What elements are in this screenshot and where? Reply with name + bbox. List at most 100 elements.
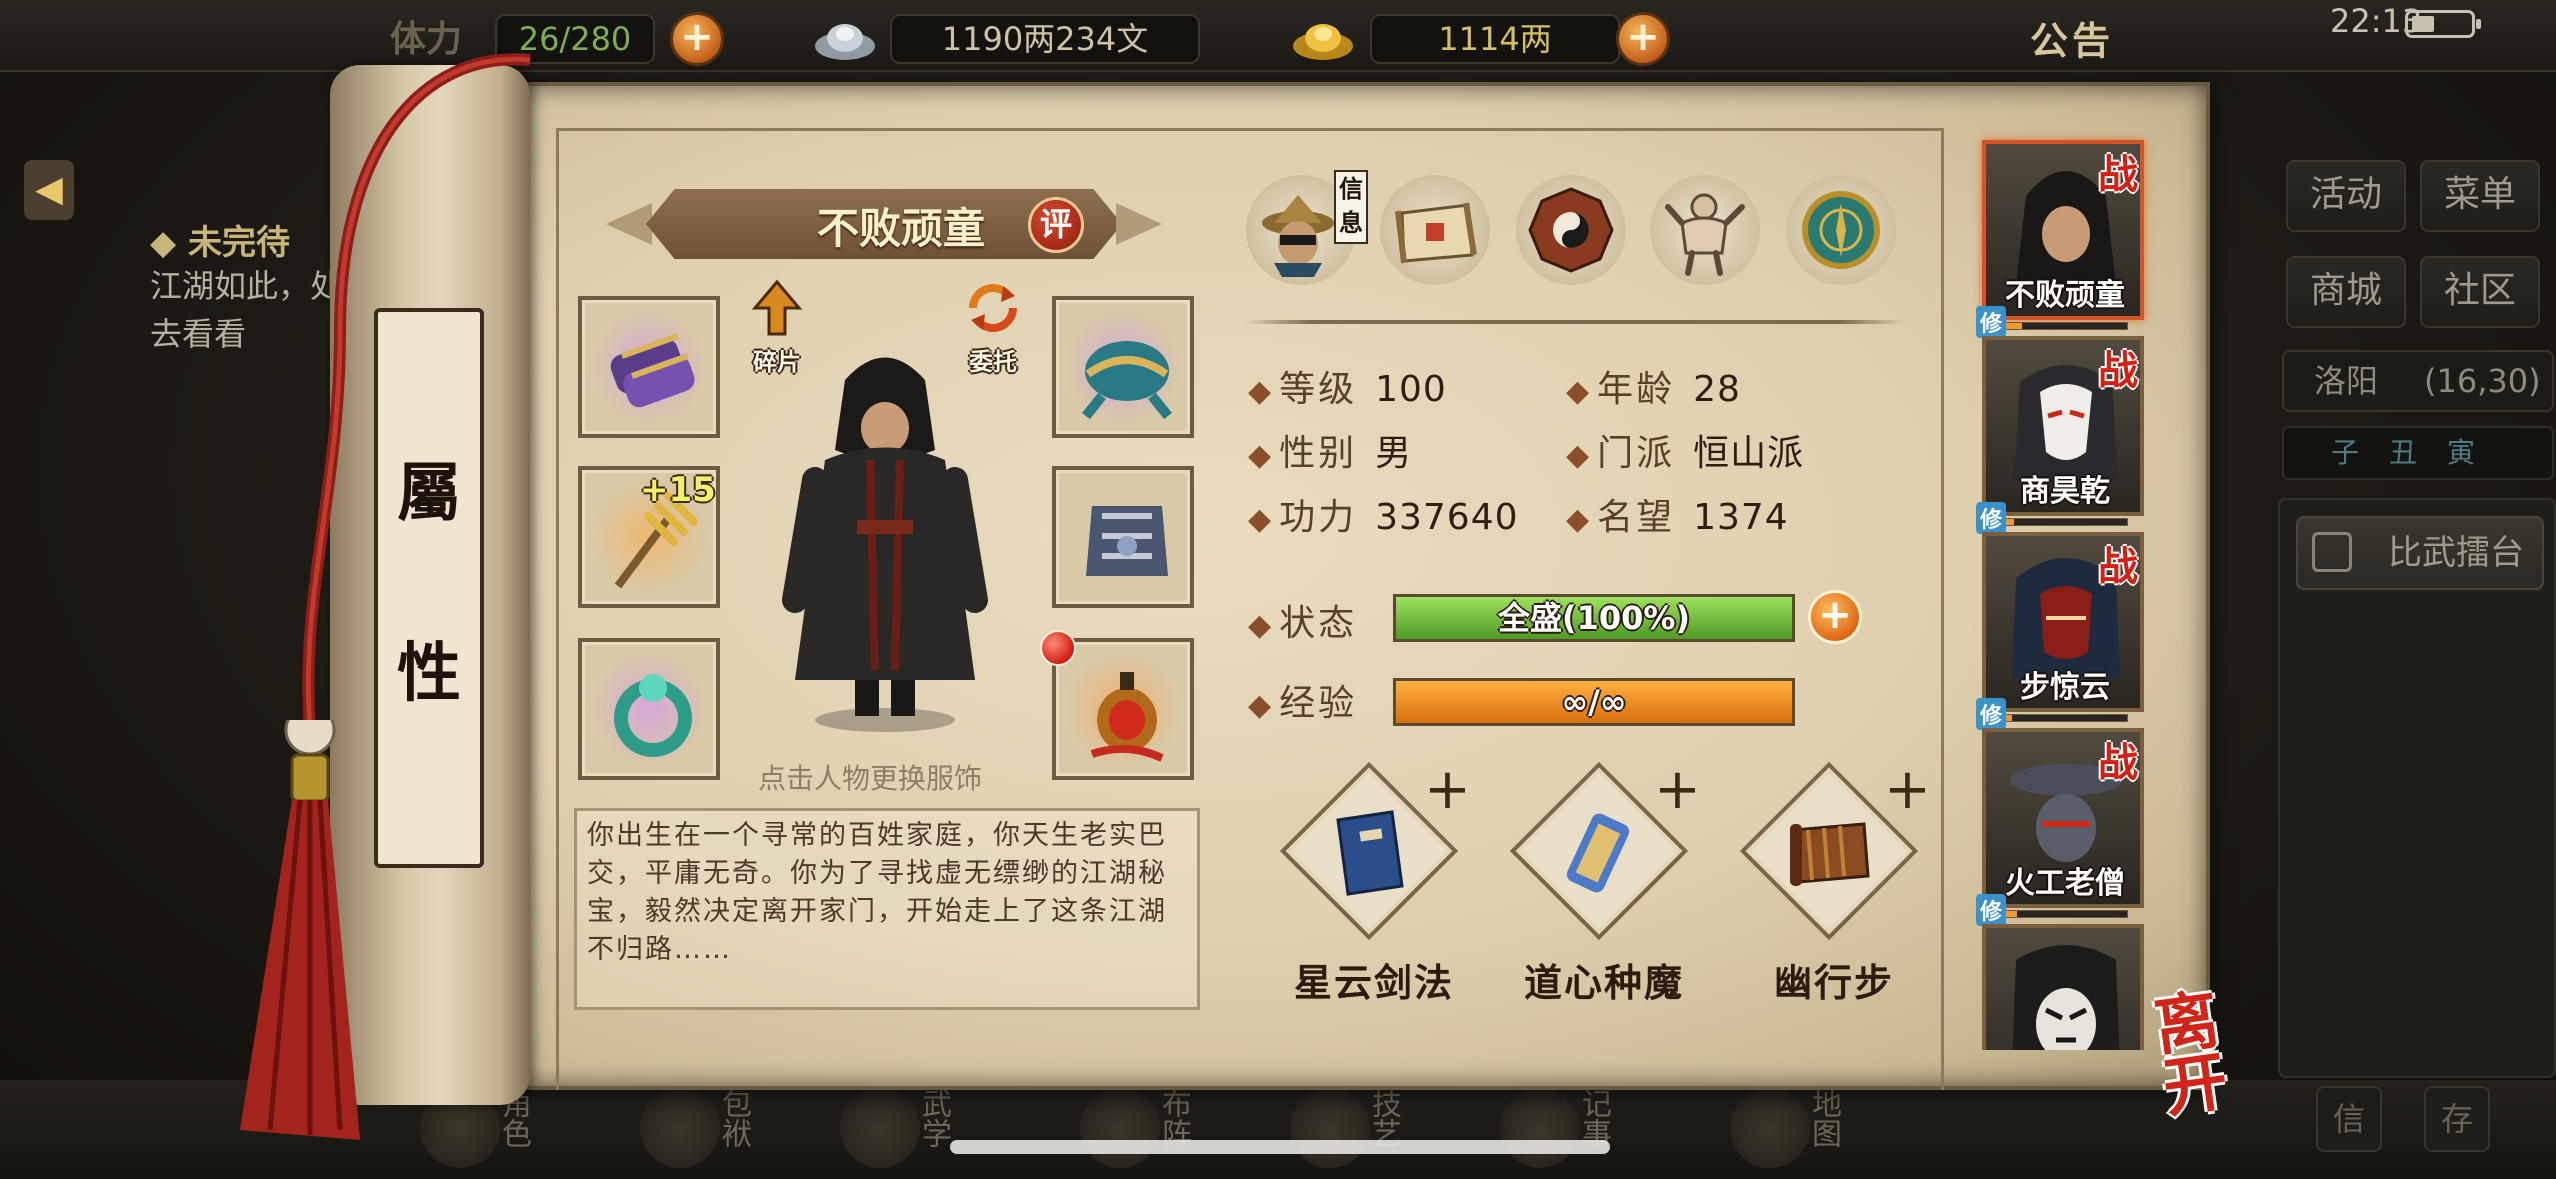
shop-button[interactable]: 商城 <box>2286 256 2406 328</box>
activity-button[interactable]: 活动 <box>2286 160 2406 232</box>
skill-slot-heart[interactable]: + 道心种魔 <box>1504 762 1704 1010</box>
bullet-icon: ◆ <box>1566 374 1590 409</box>
bottom-nav-item[interactable]: 记事 <box>1500 1088 1630 1172</box>
nav-item-label: 记事 <box>1576 1088 1611 1148</box>
stamina-add-button[interactable]: + <box>670 12 724 66</box>
battle-tag: 战 <box>2098 739 2138 786</box>
menu-button[interactable]: 菜单 <box>2420 160 2540 232</box>
arena-label: 比武擂台 <box>2388 533 2524 573</box>
fragment-arrow-icon <box>751 279 803 336</box>
nav-item-icon <box>1290 1088 1370 1168</box>
bottom-nav-item[interactable]: 技艺 <box>1290 1088 1420 1172</box>
fame-label: 名望 <box>1597 497 1676 538</box>
stamina-label: 体力 <box>390 19 463 60</box>
leave-button[interactable]: 离开 <box>2150 982 2275 1127</box>
level-value: 100 <box>1375 369 1447 410</box>
roster-member[interactable] <box>1982 924 2144 1050</box>
new-item-alert-icon <box>1040 630 1076 666</box>
home-indicator <box>950 1140 1610 1154</box>
nav-item-label: 技艺 <box>1366 1088 1401 1148</box>
skill-add-icon[interactable]: + <box>1654 762 1701 818</box>
attribute-tab[interactable]: 屬 性 <box>374 308 484 868</box>
bamboo-scroll-icon <box>1790 822 1870 886</box>
banner-wing-right <box>1116 203 1162 245</box>
sect-label: 门派 <box>1597 433 1676 474</box>
skill-slot-sword[interactable]: + 星云剑法 <box>1274 762 1474 1010</box>
stat-gender: ◆ 性别男 <box>1248 424 1412 476</box>
nav-item-icon <box>840 1088 920 1168</box>
skill-add-icon[interactable]: + <box>1884 762 1931 818</box>
jade-ring-icon <box>614 674 692 757</box>
bottom-nav-item[interactable]: 布阵 <box>1080 1088 1210 1172</box>
roster-member[interactable]: 商昊乾 战 修 <box>1976 336 2144 534</box>
equip-slot-bracers[interactable] <box>578 296 720 438</box>
mail-button[interactable]: 信 <box>2316 1086 2382 1152</box>
scroll-icon <box>1566 813 1630 893</box>
location-display[interactable]: 洛阳 (16,30) <box>2282 350 2554 412</box>
bottom-nav-item[interactable]: 武学 <box>840 1088 970 1172</box>
bullet-icon: ◆ <box>1248 608 1272 643</box>
blue-book-icon <box>1336 810 1404 896</box>
save-button[interactable]: 存 <box>2424 1086 2490 1152</box>
gold-add-button[interactable]: + <box>1616 12 1670 66</box>
cultivate-tag: 修 <box>1976 306 2007 338</box>
location-city: 洛阳 <box>2314 362 2379 400</box>
nav-item-icon <box>1080 1088 1160 1168</box>
equip-slot-armor[interactable] <box>1052 466 1194 608</box>
bullet-icon: ◆ <box>1248 688 1272 723</box>
hero-name: 不败顽童 <box>816 204 985 253</box>
power-value: 337640 <box>1375 497 1519 538</box>
stats-divider <box>1245 320 1905 324</box>
restore-state-button[interactable]: + <box>1808 590 1862 644</box>
entrust-cycle-icon <box>969 284 1017 332</box>
community-button[interactable]: 社区 <box>2420 256 2540 328</box>
roster-member[interactable]: 不败顽童 战 修 <box>1976 140 2144 338</box>
battle-tag: 战 <box>2098 543 2138 590</box>
muscle-icon <box>1665 193 1745 276</box>
time-of-day-bar: 子丑寅 <box>2282 426 2554 480</box>
roster-member[interactable]: 步惊云 战 修 <box>1976 532 2144 730</box>
team-roster: 不败顽童 战 修 商昊乾 战 修 步惊云 战 修 火工老僧 战 修 <box>1970 130 2160 1050</box>
skill-slot-step[interactable]: + 幽行步 <box>1734 762 1934 1010</box>
bottom-nav-item[interactable]: 地图 <box>1730 1088 1860 1172</box>
stat-sect: ◆ 门派 恒山派 <box>1566 424 1804 476</box>
scroll-map-icon <box>1395 202 1477 264</box>
info-tab-muscle[interactable] <box>1650 175 1760 285</box>
notice-button[interactable]: 公告 <box>2030 10 2114 65</box>
exp-label: 经验 <box>1279 683 1358 724</box>
arena-button[interactable]: 比武擂台 <box>2296 516 2544 590</box>
roster-member[interactable]: 火工老僧 战 修 <box>1976 728 2144 926</box>
info-tab-compass[interactable] <box>1786 175 1896 285</box>
fame-value: 1374 <box>1693 497 1789 538</box>
equip-slot-helmet[interactable] <box>1052 296 1194 438</box>
incense-burner-icon <box>1090 672 1164 762</box>
sect-value: 恒山派 <box>1693 433 1805 474</box>
hero-figure[interactable] <box>775 340 995 740</box>
silver-value: 1190两234文 <box>890 14 1200 64</box>
info-tab-bagua[interactable] <box>1516 175 1626 285</box>
member-xp-bar <box>1998 910 2128 918</box>
skill-add-icon[interactable]: + <box>1424 762 1471 818</box>
evaluate-button[interactable]: 评 <box>1028 197 1084 253</box>
bullet-icon: ◆ <box>1566 438 1590 473</box>
member-xp-bar <box>1998 518 2128 526</box>
turban-icon <box>1082 341 1172 420</box>
bullet-icon: ◆ <box>1248 438 1272 473</box>
quest-text[interactable]: 江湖如此，处去看看 <box>150 262 350 358</box>
cultivate-tag: 修 <box>1976 502 2007 534</box>
bullet-icon: ◆ <box>1248 502 1272 537</box>
equip-slot-accessory[interactable] <box>1052 638 1194 780</box>
info-tab-map[interactable] <box>1380 175 1490 285</box>
stamina-value: 26/280 <box>495 14 655 64</box>
state-bar-text: 全盛(100%) <box>1497 599 1691 637</box>
quest-title[interactable]: ◆ 未完待 <box>150 215 290 264</box>
member-name: 商昊乾 <box>2020 474 2110 509</box>
nav-item-label: 武学 <box>916 1088 951 1148</box>
change-outfit-hint: 点击人物更换服饰 <box>758 762 983 795</box>
bottom-nav-item[interactable]: 包袱 <box>640 1088 770 1172</box>
attribute-tab-char-1: 屬 <box>397 456 461 531</box>
stat-age: ◆ 年龄 28 <box>1566 360 1741 412</box>
nav-item-label: 布阵 <box>1156 1088 1191 1148</box>
collapse-left-arrow-icon[interactable]: ◀ <box>24 160 74 220</box>
equip-slot-ring[interactable] <box>578 638 720 780</box>
